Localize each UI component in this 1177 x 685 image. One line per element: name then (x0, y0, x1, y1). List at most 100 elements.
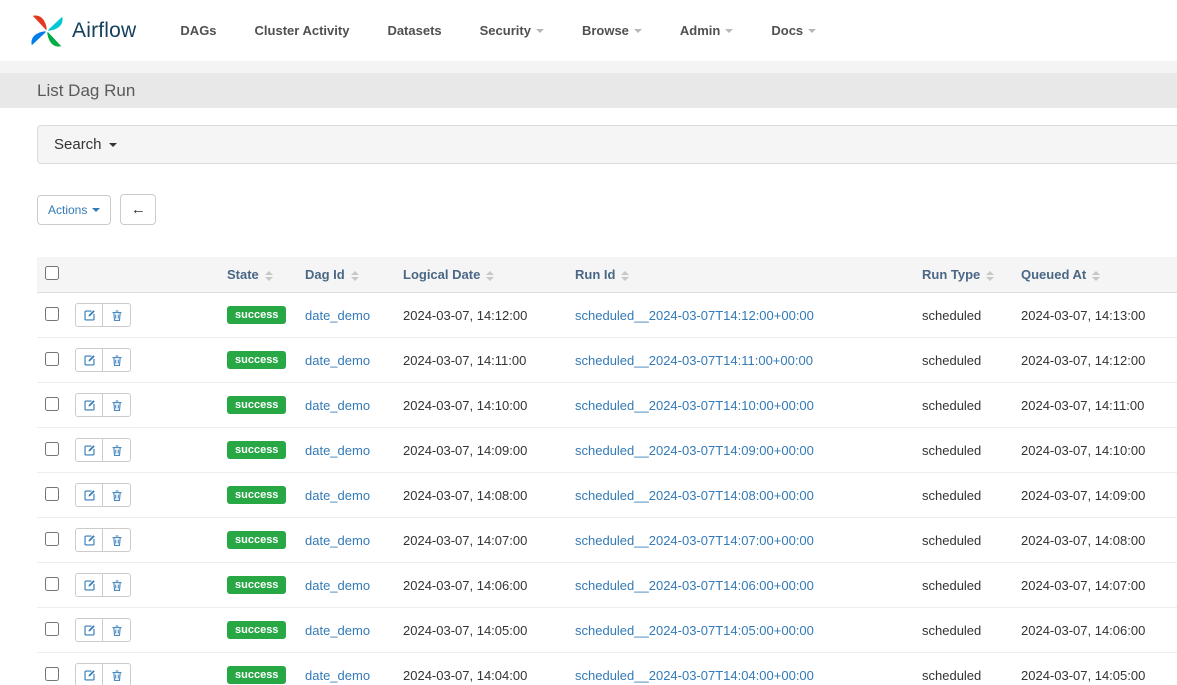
dag-id-link[interactable]: date_demo (305, 398, 370, 413)
chevron-down-icon (725, 29, 733, 33)
run-id-link[interactable]: scheduled__2024-03-07T14:08:00+00:00 (575, 488, 814, 503)
row-checkbox[interactable] (45, 352, 59, 366)
queued-at-value: 2024-03-07, 14:08:00 (1021, 533, 1145, 548)
nav-item-admin[interactable]: Admin (680, 23, 733, 38)
nav-item-datasets[interactable]: Datasets (387, 23, 441, 38)
nav-item-security[interactable]: Security (480, 23, 544, 38)
delete-button[interactable] (103, 303, 131, 327)
column-header-dag-id[interactable]: Dag Id (297, 257, 395, 293)
run-id-link[interactable]: scheduled__2024-03-07T14:10:00+00:00 (575, 398, 814, 413)
dag-id-link[interactable]: date_demo (305, 353, 370, 368)
row-checkbox[interactable] (45, 577, 59, 591)
trash-icon (111, 579, 123, 592)
delete-button[interactable] (103, 438, 131, 462)
run-id-link[interactable]: scheduled__2024-03-07T14:07:00+00:00 (575, 533, 814, 548)
delete-button[interactable] (103, 393, 131, 417)
edit-icon (83, 444, 96, 457)
nav-item-docs[interactable]: Docs (771, 23, 816, 38)
run-id-link[interactable]: scheduled__2024-03-07T14:06:00+00:00 (575, 578, 814, 593)
nav-item-browse[interactable]: Browse (582, 23, 642, 38)
page-title: List Dag Run (37, 81, 135, 101)
edit-button[interactable] (75, 573, 103, 597)
queued-at-value: 2024-03-07, 14:06:00 (1021, 623, 1145, 638)
run-type-value: scheduled (922, 578, 981, 593)
run-type-value: scheduled (922, 308, 981, 323)
state-badge: success (227, 666, 286, 684)
run-id-link[interactable]: scheduled__2024-03-07T14:04:00+00:00 (575, 668, 814, 683)
column-header-state[interactable]: State (219, 257, 297, 293)
select-all-checkbox[interactable] (45, 266, 59, 280)
sort-icon (986, 271, 994, 281)
edit-button[interactable] (75, 663, 103, 685)
run-id-link[interactable]: scheduled__2024-03-07T14:12:00+00:00 (575, 308, 814, 323)
delete-button[interactable] (103, 348, 131, 372)
row-checkbox[interactable] (45, 622, 59, 636)
chevron-down-icon (536, 29, 544, 33)
queued-at-value: 2024-03-07, 14:07:00 (1021, 578, 1145, 593)
nav-item-cluster-activity[interactable]: Cluster Activity (255, 23, 350, 38)
dag-id-link[interactable]: date_demo (305, 668, 370, 683)
actions-button[interactable]: Actions (37, 195, 111, 225)
row-checkbox[interactable] (45, 532, 59, 546)
column-header-run-type[interactable]: Run Type (914, 257, 1013, 293)
row-checkbox[interactable] (45, 442, 59, 456)
table-row: success date_demo 2024-03-07, 14:04:00 s… (37, 653, 1177, 685)
edit-button[interactable] (75, 438, 103, 462)
trash-icon (111, 444, 123, 457)
table-row: success date_demo 2024-03-07, 14:07:00 s… (37, 518, 1177, 563)
row-checkbox[interactable] (45, 307, 59, 321)
logical-date-value: 2024-03-07, 14:04:00 (403, 668, 527, 683)
trash-icon (111, 309, 123, 322)
back-button[interactable]: ← (120, 194, 156, 225)
search-label: Search (54, 136, 102, 153)
dag-run-table: State Dag Id Logical Date Run Id Run Typ… (37, 257, 1177, 685)
sort-icon (1092, 271, 1100, 281)
edit-button[interactable] (75, 528, 103, 552)
dag-id-link[interactable]: date_demo (305, 443, 370, 458)
page-title-bar: List Dag Run (0, 73, 1177, 108)
edit-button[interactable] (75, 483, 103, 507)
dag-id-link[interactable]: date_demo (305, 488, 370, 503)
edit-button[interactable] (75, 348, 103, 372)
edit-button[interactable] (75, 303, 103, 327)
logical-date-value: 2024-03-07, 14:10:00 (403, 398, 527, 413)
brand-wordmark: Airflow (72, 19, 136, 43)
column-header-queued-at[interactable]: Queued At (1013, 257, 1177, 293)
queued-at-value: 2024-03-07, 14:13:00 (1021, 308, 1145, 323)
search-panel-toggle[interactable]: Search (37, 125, 1177, 164)
table-row: success date_demo 2024-03-07, 14:11:00 s… (37, 338, 1177, 383)
delete-button[interactable] (103, 663, 131, 685)
delete-button[interactable] (103, 618, 131, 642)
delete-button[interactable] (103, 573, 131, 597)
row-checkbox[interactable] (45, 667, 59, 681)
logical-date-value: 2024-03-07, 14:09:00 (403, 443, 527, 458)
queued-at-value: 2024-03-07, 14:05:00 (1021, 668, 1145, 683)
state-badge: success (227, 531, 286, 549)
edit-icon (83, 579, 96, 592)
run-id-link[interactable]: scheduled__2024-03-07T14:05:00+00:00 (575, 623, 814, 638)
run-type-value: scheduled (922, 488, 981, 503)
run-id-link[interactable]: scheduled__2024-03-07T14:11:00+00:00 (575, 353, 813, 368)
caret-down-icon (109, 143, 117, 147)
edit-button[interactable] (75, 618, 103, 642)
row-checkbox[interactable] (45, 487, 59, 501)
delete-button[interactable] (103, 483, 131, 507)
row-checkbox[interactable] (45, 397, 59, 411)
dag-id-link[interactable]: date_demo (305, 533, 370, 548)
trash-icon (111, 354, 123, 367)
column-header-run-id[interactable]: Run Id (567, 257, 914, 293)
dag-id-link[interactable]: date_demo (305, 308, 370, 323)
nav-item-dags[interactable]: DAGs (180, 23, 216, 38)
edit-icon (83, 669, 96, 682)
dag-id-link[interactable]: date_demo (305, 578, 370, 593)
logical-date-value: 2024-03-07, 14:06:00 (403, 578, 527, 593)
run-id-link[interactable]: scheduled__2024-03-07T14:09:00+00:00 (575, 443, 814, 458)
edit-icon (83, 534, 96, 547)
airflow-brand[interactable]: Airflow (28, 12, 136, 50)
column-header-logical-date[interactable]: Logical Date (395, 257, 567, 293)
dag-id-link[interactable]: date_demo (305, 623, 370, 638)
state-badge: success (227, 486, 286, 504)
delete-button[interactable] (103, 528, 131, 552)
edit-button[interactable] (75, 393, 103, 417)
sort-icon (351, 271, 359, 281)
